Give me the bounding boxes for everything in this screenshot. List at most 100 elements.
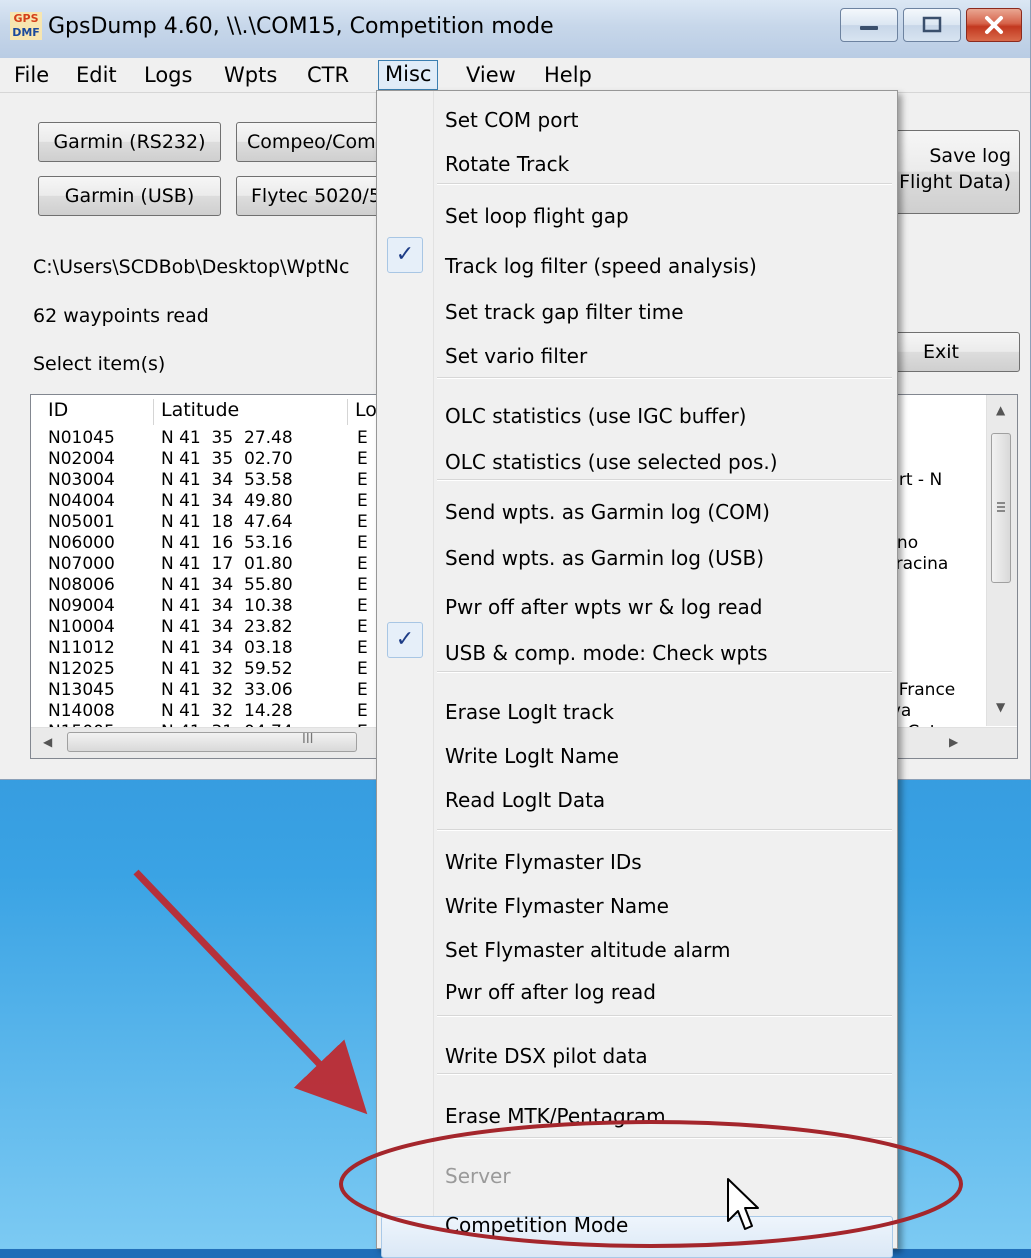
scroll-right-icon[interactable]: ▶ — [949, 735, 958, 749]
menu-item-erase-mtk-pentagram[interactable]: Erase MTK/Pentagram — [445, 1101, 666, 1131]
menu-item-read-logit-data[interactable]: Read LogIt Data — [445, 785, 605, 815]
save-log-label-1: Save log — [929, 145, 1011, 167]
menu-separator — [437, 1137, 892, 1139]
row-latitude: N 41 34 10.38 — [161, 596, 293, 616]
menu-item-write-flymaster-ids[interactable]: Write Flymaster IDs — [445, 847, 642, 877]
row-longitude: E — [357, 617, 368, 637]
title-bar[interactable]: GPS DMF GpsDump 4.60, \\.\COM15, Competi… — [0, 0, 1030, 58]
menu-misc[interactable]: Misc — [378, 60, 439, 90]
row-id: N14008 — [48, 701, 115, 721]
scroll-up-icon[interactable]: ▲ — [996, 403, 1005, 417]
select-items-label: Select item(s) — [33, 353, 166, 375]
menu-separator — [437, 1073, 892, 1075]
row-id: N02004 — [48, 449, 115, 469]
row-longitude: E — [357, 659, 368, 679]
menu-file[interactable]: File — [8, 62, 55, 88]
menu-item-pwr-off-after-log-read[interactable]: Pwr off after log read — [445, 977, 656, 1007]
row-longitude: E — [357, 491, 368, 511]
scroll-left-icon[interactable]: ◀ — [43, 735, 52, 749]
row-longitude: E — [357, 575, 368, 595]
scroll-down-icon[interactable]: ▼ — [996, 700, 1005, 714]
exit-button[interactable]: Exit — [880, 332, 1020, 372]
menu-item-set-com-port[interactable]: Set COM port — [445, 105, 579, 135]
save-log-button[interactable]: Save log (Flight Data) — [880, 130, 1020, 214]
row-longitude: E — [357, 596, 368, 616]
menu-item-competition-mode[interactable]: Competition Mode — [445, 1210, 628, 1240]
annotation-arrow — [133, 869, 368, 1115]
menu-item-send-wpts-as-garmin-log-com[interactable]: Send wpts. as Garmin log (COM) — [445, 497, 770, 527]
scroll-grip-label: III — [302, 732, 314, 747]
menu-help[interactable]: Help — [538, 62, 598, 88]
menu-separator — [437, 671, 892, 673]
vertical-scrollbar[interactable]: ▲ ▼ — [986, 395, 1017, 726]
menu-item-usb-comp-mode-check-wpts[interactable]: USB & comp. mode: Check wpts — [445, 638, 768, 668]
row-latitude: N 41 16 53.16 — [161, 533, 293, 553]
menu-item-set-flymaster-altitude-alarm[interactable]: Set Flymaster altitude alarm — [445, 935, 731, 965]
menu-item-olc-statistics-use-igc-buffer[interactable]: OLC statistics (use IGC buffer) — [445, 401, 746, 431]
misc-dropdown-menu: Set COM port Rotate Track Set loop flight … — [376, 90, 898, 1258]
horizontal-scroll-thumb[interactable]: III — [67, 732, 357, 752]
column-divider[interactable] — [347, 399, 348, 425]
row-longitude: E — [357, 638, 368, 658]
menu-edit[interactable]: Edit — [70, 62, 123, 88]
maximize-button[interactable] — [903, 8, 961, 42]
row-latitude: N 41 32 59.52 — [161, 659, 293, 679]
row-longitude: E — [357, 428, 368, 448]
menu-item-send-wpts-as-garmin-log-usb[interactable]: Send wpts. as Garmin log (USB) — [445, 543, 764, 573]
mouse-pointer-icon — [727, 1178, 759, 1230]
menu-item-set-loop-flight-gap[interactable]: Set loop flight gap — [445, 201, 629, 231]
menu-item-set-track-gap-filter-time[interactable]: Set track gap filter time — [445, 297, 684, 327]
app-logo-icon: GPS DMF — [10, 12, 42, 46]
menu-item-olc-statistics-use-selected-pos[interactable]: OLC statistics (use selected pos.) — [445, 447, 778, 477]
menu-logs[interactable]: Logs — [138, 62, 198, 88]
row-id: N07000 — [48, 554, 115, 574]
close-icon — [985, 16, 1003, 34]
menu-bar: File Edit Logs Wpts CTR Misc View Help — [0, 58, 1030, 93]
row-longitude: E — [357, 470, 368, 490]
column-latitude[interactable]: Latitude — [161, 399, 239, 421]
close-button[interactable] — [966, 8, 1022, 42]
row-longitude: E — [357, 554, 368, 574]
save-log-label-2: (Flight Data) — [891, 171, 1011, 193]
menu-separator — [437, 829, 892, 831]
menu-separator — [437, 1015, 892, 1017]
menu-item-write-logit-name[interactable]: Write LogIt Name — [445, 741, 619, 771]
column-divider[interactable] — [153, 399, 154, 425]
menu-item-set-vario-filter[interactable]: Set vario filter — [445, 341, 587, 371]
flytec-button[interactable]: Flytec 5020/5 — [236, 176, 396, 216]
window-title: GpsDump 4.60, \\.\COM15, Competition mod… — [48, 14, 554, 39]
menu-item-track-log-filter-speed-analysis[interactable]: Track log filter (speed analysis) — [445, 251, 757, 281]
row-longitude: E — [357, 533, 368, 553]
row-latitude: N 41 17 01.80 — [161, 554, 293, 574]
row-latitude: N 41 32 14.28 — [161, 701, 293, 721]
menu-view[interactable]: View — [460, 62, 522, 88]
menu-ctr[interactable]: CTR — [301, 62, 355, 88]
maximize-icon — [922, 16, 942, 33]
checkmark-icon: ✓ — [387, 622, 423, 658]
row-longitude: E — [357, 512, 368, 532]
row-id: N12025 — [48, 659, 115, 679]
menu-separator — [437, 479, 892, 481]
row-id: N04004 — [48, 491, 115, 511]
menu-item-write-dsx-pilot-data[interactable]: Write DSX pilot data — [445, 1041, 648, 1071]
column-id[interactable]: ID — [48, 399, 68, 421]
row-latitude: N 41 34 49.80 — [161, 491, 293, 511]
row-id: N11012 — [48, 638, 115, 658]
menu-item-erase-logit-track[interactable]: Erase LogIt track — [445, 697, 614, 727]
row-latitude: N 41 34 23.82 — [161, 617, 293, 637]
grip-icon — [997, 502, 1005, 504]
vertical-scroll-thumb[interactable] — [991, 433, 1011, 583]
row-latitude: N 41 34 03.18 — [161, 638, 293, 658]
menu-wpts[interactable]: Wpts — [218, 62, 283, 88]
column-longitude[interactable]: Lo — [355, 399, 377, 421]
garmin-usb-button[interactable]: Garmin (USB) — [38, 176, 221, 216]
menu-item-rotate-track[interactable]: Rotate Track — [445, 149, 569, 179]
menu-item-pwr-off-after-wpts-wr-log-read[interactable]: Pwr off after wpts wr & log read — [445, 592, 763, 622]
garmin-rs232-button[interactable]: Garmin (RS232) — [38, 122, 221, 162]
menu-item-write-flymaster-name[interactable]: Write Flymaster Name — [445, 891, 669, 921]
row-latitude: N 41 32 33.06 — [161, 680, 293, 700]
row-id: N09004 — [48, 596, 115, 616]
compeo-button[interactable]: Compeo/Comp — [236, 122, 396, 162]
minimize-button[interactable] — [840, 8, 898, 42]
waypoints-count-label: 62 waypoints read — [33, 305, 209, 327]
